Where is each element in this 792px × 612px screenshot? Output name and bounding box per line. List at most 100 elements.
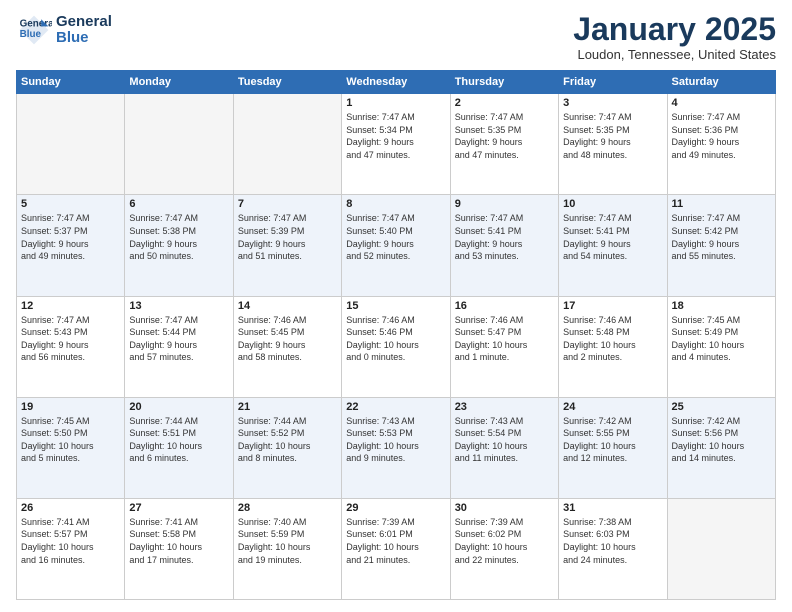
table-row: 18 Sunrise: 7:45 AM Sunset: 5:49 PM Dayli… bbox=[667, 296, 775, 397]
table-row: 1 Sunrise: 7:47 AM Sunset: 5:34 PM Daylig… bbox=[342, 94, 450, 195]
day-detail: Sunrise: 7:40 AM Sunset: 5:59 PM Dayligh… bbox=[238, 516, 337, 566]
col-thursday: Thursday bbox=[450, 71, 558, 94]
table-row: 20 Sunrise: 7:44 AM Sunset: 5:51 PM Dayli… bbox=[125, 397, 233, 498]
logo: General Blue General Blue bbox=[16, 12, 112, 48]
table-row: 26 Sunrise: 7:41 AM Sunset: 5:57 PM Dayli… bbox=[17, 498, 125, 599]
page: General Blue General Blue January 2025 L… bbox=[0, 0, 792, 612]
logo-text-line2: Blue bbox=[56, 30, 112, 47]
calendar-week-row: 5Sunrise: 7:47 AM Sunset: 5:37 PM Daylig… bbox=[17, 195, 776, 296]
table-row: 16Sunrise: 7:46 AM Sunset: 5:47 PM Dayli… bbox=[450, 296, 558, 397]
day-detail: Sunrise: 7:47 AM Sunset: 5:35 PM Dayligh… bbox=[455, 111, 554, 161]
table-row: 22 Sunrise: 7:43 AM Sunset: 5:53 PM Dayli… bbox=[342, 397, 450, 498]
day-number: 2 bbox=[455, 97, 554, 109]
day-number: 24 bbox=[563, 401, 662, 413]
day-number: 18 bbox=[672, 300, 771, 312]
day-number: 29 bbox=[346, 502, 445, 514]
day-number: 3 bbox=[563, 97, 662, 109]
table-row: 3 Sunrise: 7:47 AM Sunset: 5:35 PM Daylig… bbox=[559, 94, 667, 195]
day-number: 25 bbox=[672, 401, 771, 413]
header: General Blue General Blue January 2025 L… bbox=[16, 12, 776, 62]
col-friday: Friday bbox=[559, 71, 667, 94]
table-row: 12Sunrise: 7:47 AM Sunset: 5:43 PM Dayli… bbox=[17, 296, 125, 397]
day-detail: Sunrise: 7:42 AM Sunset: 5:55 PM Dayligh… bbox=[563, 415, 662, 465]
col-tuesday: Tuesday bbox=[233, 71, 341, 94]
table-row: 9 Sunrise: 7:47 AM Sunset: 5:41 PM Daylig… bbox=[450, 195, 558, 296]
day-number: 14 bbox=[238, 300, 337, 312]
day-number: 22 bbox=[346, 401, 445, 413]
table-row: 17 Sunrise: 7:46 AM Sunset: 5:48 PM Dayli… bbox=[559, 296, 667, 397]
table-row: 13 Sunrise: 7:47 AM Sunset: 5:44 PM Dayli… bbox=[125, 296, 233, 397]
day-detail: Sunrise: 7:46 AM Sunset: 5:45 PM Dayligh… bbox=[238, 314, 337, 364]
table-row: 23 Sunrise: 7:43 AM Sunset: 5:54 PM Dayli… bbox=[450, 397, 558, 498]
table-row: 4 Sunrise: 7:47 AM Sunset: 5:36 PM Daylig… bbox=[667, 94, 775, 195]
day-number: 10 bbox=[563, 198, 662, 210]
day-number: 23 bbox=[455, 401, 554, 413]
table-row: 21 Sunrise: 7:44 AM Sunset: 5:52 PM Dayli… bbox=[233, 397, 341, 498]
table-row: 15Sunrise: 7:46 AM Sunset: 5:46 PM Dayli… bbox=[342, 296, 450, 397]
day-detail: Sunrise: 7:39 AM Sunset: 6:01 PM Dayligh… bbox=[346, 516, 445, 566]
table-row: 31Sunrise: 7:38 AM Sunset: 6:03 PM Dayli… bbox=[559, 498, 667, 599]
calendar-week-row: 1 Sunrise: 7:47 AM Sunset: 5:34 PM Daylig… bbox=[17, 94, 776, 195]
day-detail: Sunrise: 7:47 AM Sunset: 5:34 PM Dayligh… bbox=[346, 111, 445, 161]
day-number: 4 bbox=[672, 97, 771, 109]
table-row: 7 Sunrise: 7:47 AM Sunset: 5:39 PM Daylig… bbox=[233, 195, 341, 296]
col-monday: Monday bbox=[125, 71, 233, 94]
table-row bbox=[667, 498, 775, 599]
day-number: 30 bbox=[455, 502, 554, 514]
day-detail: Sunrise: 7:47 AM Sunset: 5:41 PM Dayligh… bbox=[455, 212, 554, 262]
month-title: January 2025 bbox=[573, 12, 776, 47]
day-detail: Sunrise: 7:47 AM Sunset: 5:35 PM Dayligh… bbox=[563, 111, 662, 161]
day-number: 26 bbox=[21, 502, 120, 514]
day-number: 28 bbox=[238, 502, 337, 514]
table-row bbox=[233, 94, 341, 195]
svg-text:General: General bbox=[20, 18, 52, 29]
table-row: 25 Sunrise: 7:42 AM Sunset: 5:56 PM Dayli… bbox=[667, 397, 775, 498]
day-detail: Sunrise: 7:47 AM Sunset: 5:39 PM Dayligh… bbox=[238, 212, 337, 262]
day-detail: Sunrise: 7:46 AM Sunset: 5:48 PM Dayligh… bbox=[563, 314, 662, 364]
col-wednesday: Wednesday bbox=[342, 71, 450, 94]
table-row: 11Sunrise: 7:47 AM Sunset: 5:42 PM Dayli… bbox=[667, 195, 775, 296]
day-number: 9 bbox=[455, 198, 554, 210]
logo-icon: General Blue bbox=[16, 12, 52, 48]
calendar-week-row: 26 Sunrise: 7:41 AM Sunset: 5:57 PM Dayli… bbox=[17, 498, 776, 599]
day-number: 21 bbox=[238, 401, 337, 413]
day-number: 12 bbox=[21, 300, 120, 312]
day-detail: Sunrise: 7:45 AM Sunset: 5:50 PM Dayligh… bbox=[21, 415, 120, 465]
day-detail: Sunrise: 7:43 AM Sunset: 5:54 PM Dayligh… bbox=[455, 415, 554, 465]
day-detail: Sunrise: 7:39 AM Sunset: 6:02 PM Dayligh… bbox=[455, 516, 554, 566]
day-number: 13 bbox=[129, 300, 228, 312]
day-detail: Sunrise: 7:41 AM Sunset: 5:57 PM Dayligh… bbox=[21, 516, 120, 566]
day-number: 1 bbox=[346, 97, 445, 109]
table-row: 28 Sunrise: 7:40 AM Sunset: 5:59 PM Dayli… bbox=[233, 498, 341, 599]
day-number: 20 bbox=[129, 401, 228, 413]
calendar-week-row: 19Sunrise: 7:45 AM Sunset: 5:50 PM Dayli… bbox=[17, 397, 776, 498]
day-number: 17 bbox=[563, 300, 662, 312]
table-row: 8 Sunrise: 7:47 AM Sunset: 5:40 PM Daylig… bbox=[342, 195, 450, 296]
table-row: 14 Sunrise: 7:46 AM Sunset: 5:45 PM Dayli… bbox=[233, 296, 341, 397]
day-number: 8 bbox=[346, 198, 445, 210]
svg-text:Blue: Blue bbox=[20, 29, 42, 40]
calendar-week-row: 12Sunrise: 7:47 AM Sunset: 5:43 PM Dayli… bbox=[17, 296, 776, 397]
day-detail: Sunrise: 7:47 AM Sunset: 5:42 PM Dayligh… bbox=[672, 212, 771, 262]
day-detail: Sunrise: 7:47 AM Sunset: 5:40 PM Dayligh… bbox=[346, 212, 445, 262]
table-row: 24 Sunrise: 7:42 AM Sunset: 5:55 PM Dayli… bbox=[559, 397, 667, 498]
day-detail: Sunrise: 7:46 AM Sunset: 5:46 PM Dayligh… bbox=[346, 314, 445, 364]
day-detail: Sunrise: 7:46 AM Sunset: 5:47 PM Dayligh… bbox=[455, 314, 554, 364]
day-detail: Sunrise: 7:43 AM Sunset: 5:53 PM Dayligh… bbox=[346, 415, 445, 465]
day-detail: Sunrise: 7:45 AM Sunset: 5:49 PM Dayligh… bbox=[672, 314, 771, 364]
day-detail: Sunrise: 7:47 AM Sunset: 5:36 PM Dayligh… bbox=[672, 111, 771, 161]
day-detail: Sunrise: 7:44 AM Sunset: 5:52 PM Dayligh… bbox=[238, 415, 337, 465]
day-number: 6 bbox=[129, 198, 228, 210]
calendar-header-row: Sunday Monday Tuesday Wednesday Thursday… bbox=[17, 71, 776, 94]
table-row: 5Sunrise: 7:47 AM Sunset: 5:37 PM Daylig… bbox=[17, 195, 125, 296]
day-detail: Sunrise: 7:41 AM Sunset: 5:58 PM Dayligh… bbox=[129, 516, 228, 566]
day-detail: Sunrise: 7:47 AM Sunset: 5:44 PM Dayligh… bbox=[129, 314, 228, 364]
table-row: 2 Sunrise: 7:47 AM Sunset: 5:35 PM Daylig… bbox=[450, 94, 558, 195]
day-number: 7 bbox=[238, 198, 337, 210]
day-detail: Sunrise: 7:47 AM Sunset: 5:37 PM Dayligh… bbox=[21, 212, 120, 262]
table-row bbox=[125, 94, 233, 195]
table-row bbox=[17, 94, 125, 195]
day-detail: Sunrise: 7:44 AM Sunset: 5:51 PM Dayligh… bbox=[129, 415, 228, 465]
day-detail: Sunrise: 7:42 AM Sunset: 5:56 PM Dayligh… bbox=[672, 415, 771, 465]
table-row: 30 Sunrise: 7:39 AM Sunset: 6:02 PM Dayli… bbox=[450, 498, 558, 599]
